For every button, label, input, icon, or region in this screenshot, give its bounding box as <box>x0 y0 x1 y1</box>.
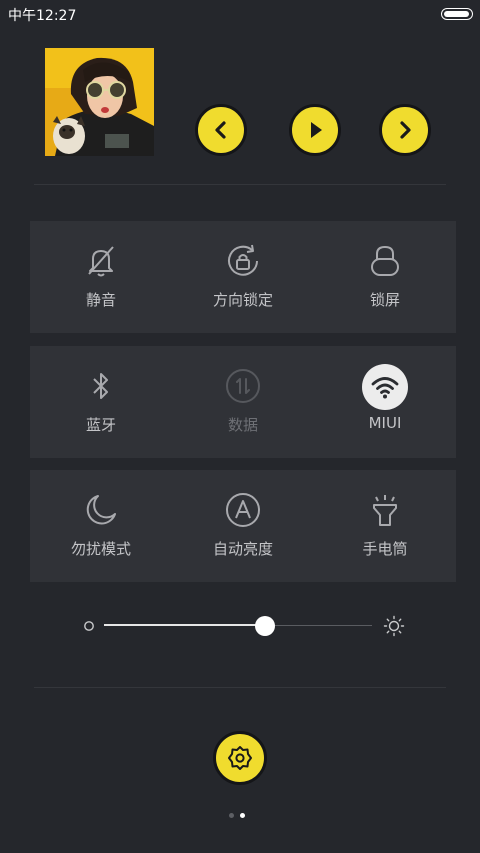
toggle-panel-row1: 静音 方向锁定 锁屏 <box>30 221 456 333</box>
do-not-disturb-label: 勿扰模式 <box>70 540 131 558</box>
do-not-disturb-moon-icon <box>81 490 121 530</box>
wifi-icon <box>362 364 408 410</box>
mobile-data-icon <box>223 366 263 406</box>
status-bar: 中午12:27 <box>0 0 480 26</box>
flashlight-icon <box>365 490 405 530</box>
rotation-lock-icon <box>223 241 263 281</box>
mute-label: 静音 <box>85 291 116 309</box>
play-icon <box>311 122 322 138</box>
previous-icon <box>215 121 226 139</box>
rotation-lock-label: 方向锁定 <box>212 291 273 309</box>
brightness-slider[interactable] <box>80 612 410 640</box>
rotation-lock-toggle[interactable]: 方向锁定 <box>172 221 314 333</box>
do-not-disturb-toggle[interactable]: 勿扰模式 <box>30 470 172 582</box>
battery-level <box>444 11 469 17</box>
auto-brightness-toggle[interactable]: 自动亮度 <box>172 470 314 582</box>
divider-bottom <box>34 687 446 688</box>
auto-brightness-label: 自动亮度 <box>212 540 273 558</box>
brightness-thumb[interactable] <box>254 616 275 636</box>
flashlight-label: 手电筒 <box>362 540 408 558</box>
next-icon <box>400 121 411 139</box>
lock-screen-toggle[interactable]: 锁屏 <box>314 221 456 333</box>
brightness-track-fill <box>104 624 265 626</box>
album-art[interactable] <box>45 48 154 156</box>
album-cover-photo <box>45 48 154 156</box>
brightness-low-icon <box>84 621 94 631</box>
previous-button[interactable] <box>195 104 247 156</box>
toggle-panel-row2: 蓝牙 数据 MIUI <box>30 346 456 458</box>
mobile-data-label: 数据 <box>227 416 258 434</box>
page-dot <box>240 813 245 818</box>
play-button[interactable] <box>289 104 341 156</box>
bluetooth-label: 蓝牙 <box>85 416 116 434</box>
settings-button[interactable] <box>213 731 267 785</box>
mute-bell-icon <box>81 241 121 281</box>
status-time: 中午12:27 <box>8 8 77 24</box>
flashlight-toggle[interactable]: 手电筒 <box>314 470 456 582</box>
mute-toggle[interactable]: 静音 <box>30 221 172 333</box>
settings-gear-icon <box>228 746 252 770</box>
lock-screen-icon <box>365 241 405 281</box>
wifi-toggle[interactable]: MIUI <box>314 346 456 458</box>
lock-screen-label: 锁屏 <box>369 291 400 309</box>
divider-top <box>34 184 446 185</box>
page-dot <box>229 813 234 818</box>
toggle-panel-row3: 勿扰模式 自动亮度 手电筒 <box>30 470 456 582</box>
mobile-data-toggle[interactable]: 数据 <box>172 346 314 458</box>
next-button[interactable] <box>379 104 431 156</box>
wifi-label: MIUI <box>368 414 402 432</box>
brightness-high-icon <box>383 615 405 637</box>
bluetooth-icon <box>81 366 121 406</box>
bluetooth-toggle[interactable]: 蓝牙 <box>30 346 172 458</box>
battery-icon <box>441 8 473 20</box>
page-indicator <box>229 812 251 820</box>
auto-brightness-icon <box>223 490 263 530</box>
